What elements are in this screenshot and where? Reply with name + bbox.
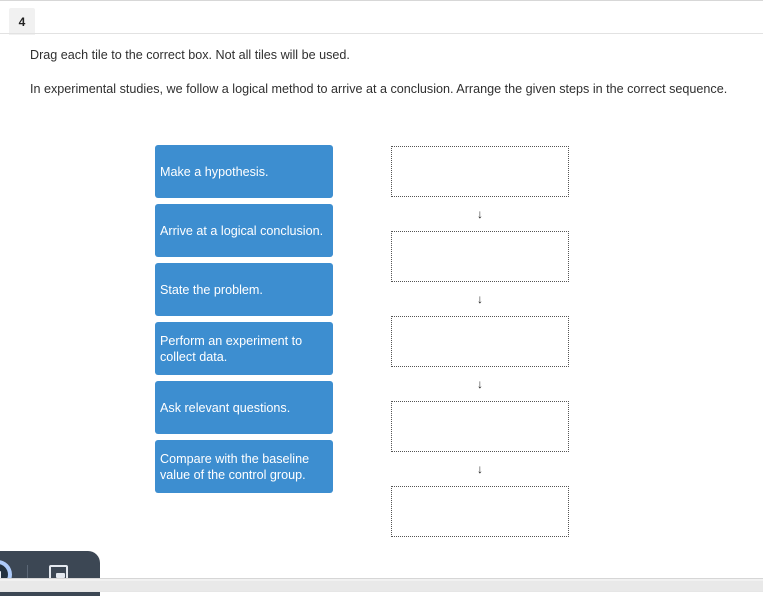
drop-box[interactable] <box>391 486 569 537</box>
arrow-down-icon: ↓ <box>477 207 483 221</box>
tab-strip-divider <box>0 33 763 34</box>
tile[interactable]: Ask relevant questions. <box>155 381 333 434</box>
tile-label: Perform an experiment to collect data. <box>160 333 303 364</box>
tile-label: Compare with the baseline value of the c… <box>160 451 310 482</box>
tile-label: Make a hypothesis. <box>160 164 269 179</box>
tile[interactable]: State the problem. <box>155 263 333 316</box>
tile[interactable]: Compare with the baseline value of the c… <box>155 440 333 493</box>
tab-question-4[interactable]: 4 <box>9 8 35 35</box>
drop-box[interactable] <box>391 401 569 452</box>
tile-bank: Make a hypothesis. Arrive at a logical c… <box>155 145 333 499</box>
tile-label: Arrive at a logical conclusion. <box>160 223 324 238</box>
horizontal-scrollbar[interactable] <box>0 578 763 592</box>
horizontal-scrollbar-thumb[interactable] <box>0 581 763 591</box>
drop-box[interactable] <box>391 316 569 367</box>
drag-and-drop-activity: Make a hypothesis. Arrive at a logical c… <box>0 130 763 545</box>
drop-box[interactable] <box>391 231 569 282</box>
instructions-block: Drag each tile to the correct box. Not a… <box>30 47 730 98</box>
tile[interactable]: Perform an experiment to collect data. <box>155 322 333 375</box>
arrow-down-icon: ↓ <box>477 462 483 476</box>
drop-target-sequence: ↓ ↓ ↓ ↓ <box>391 146 569 537</box>
arrow-down-icon: ↓ <box>477 292 483 306</box>
tile-label: State the problem. <box>160 282 263 297</box>
drop-box[interactable] <box>391 146 569 197</box>
tile[interactable]: Make a hypothesis. <box>155 145 333 198</box>
tile[interactable]: Arrive at a logical conclusion. <box>155 204 333 257</box>
tile-label: Ask relevant questions. <box>160 400 291 415</box>
tab-strip: 4 <box>0 1 763 35</box>
tab-label: 4 <box>18 14 26 29</box>
instruction-question-prompt: In experimental studies, we follow a log… <box>30 82 728 96</box>
instruction-drag-tiles: Drag each tile to the correct box. Not a… <box>30 48 350 62</box>
arrow-down-icon: ↓ <box>477 377 483 391</box>
